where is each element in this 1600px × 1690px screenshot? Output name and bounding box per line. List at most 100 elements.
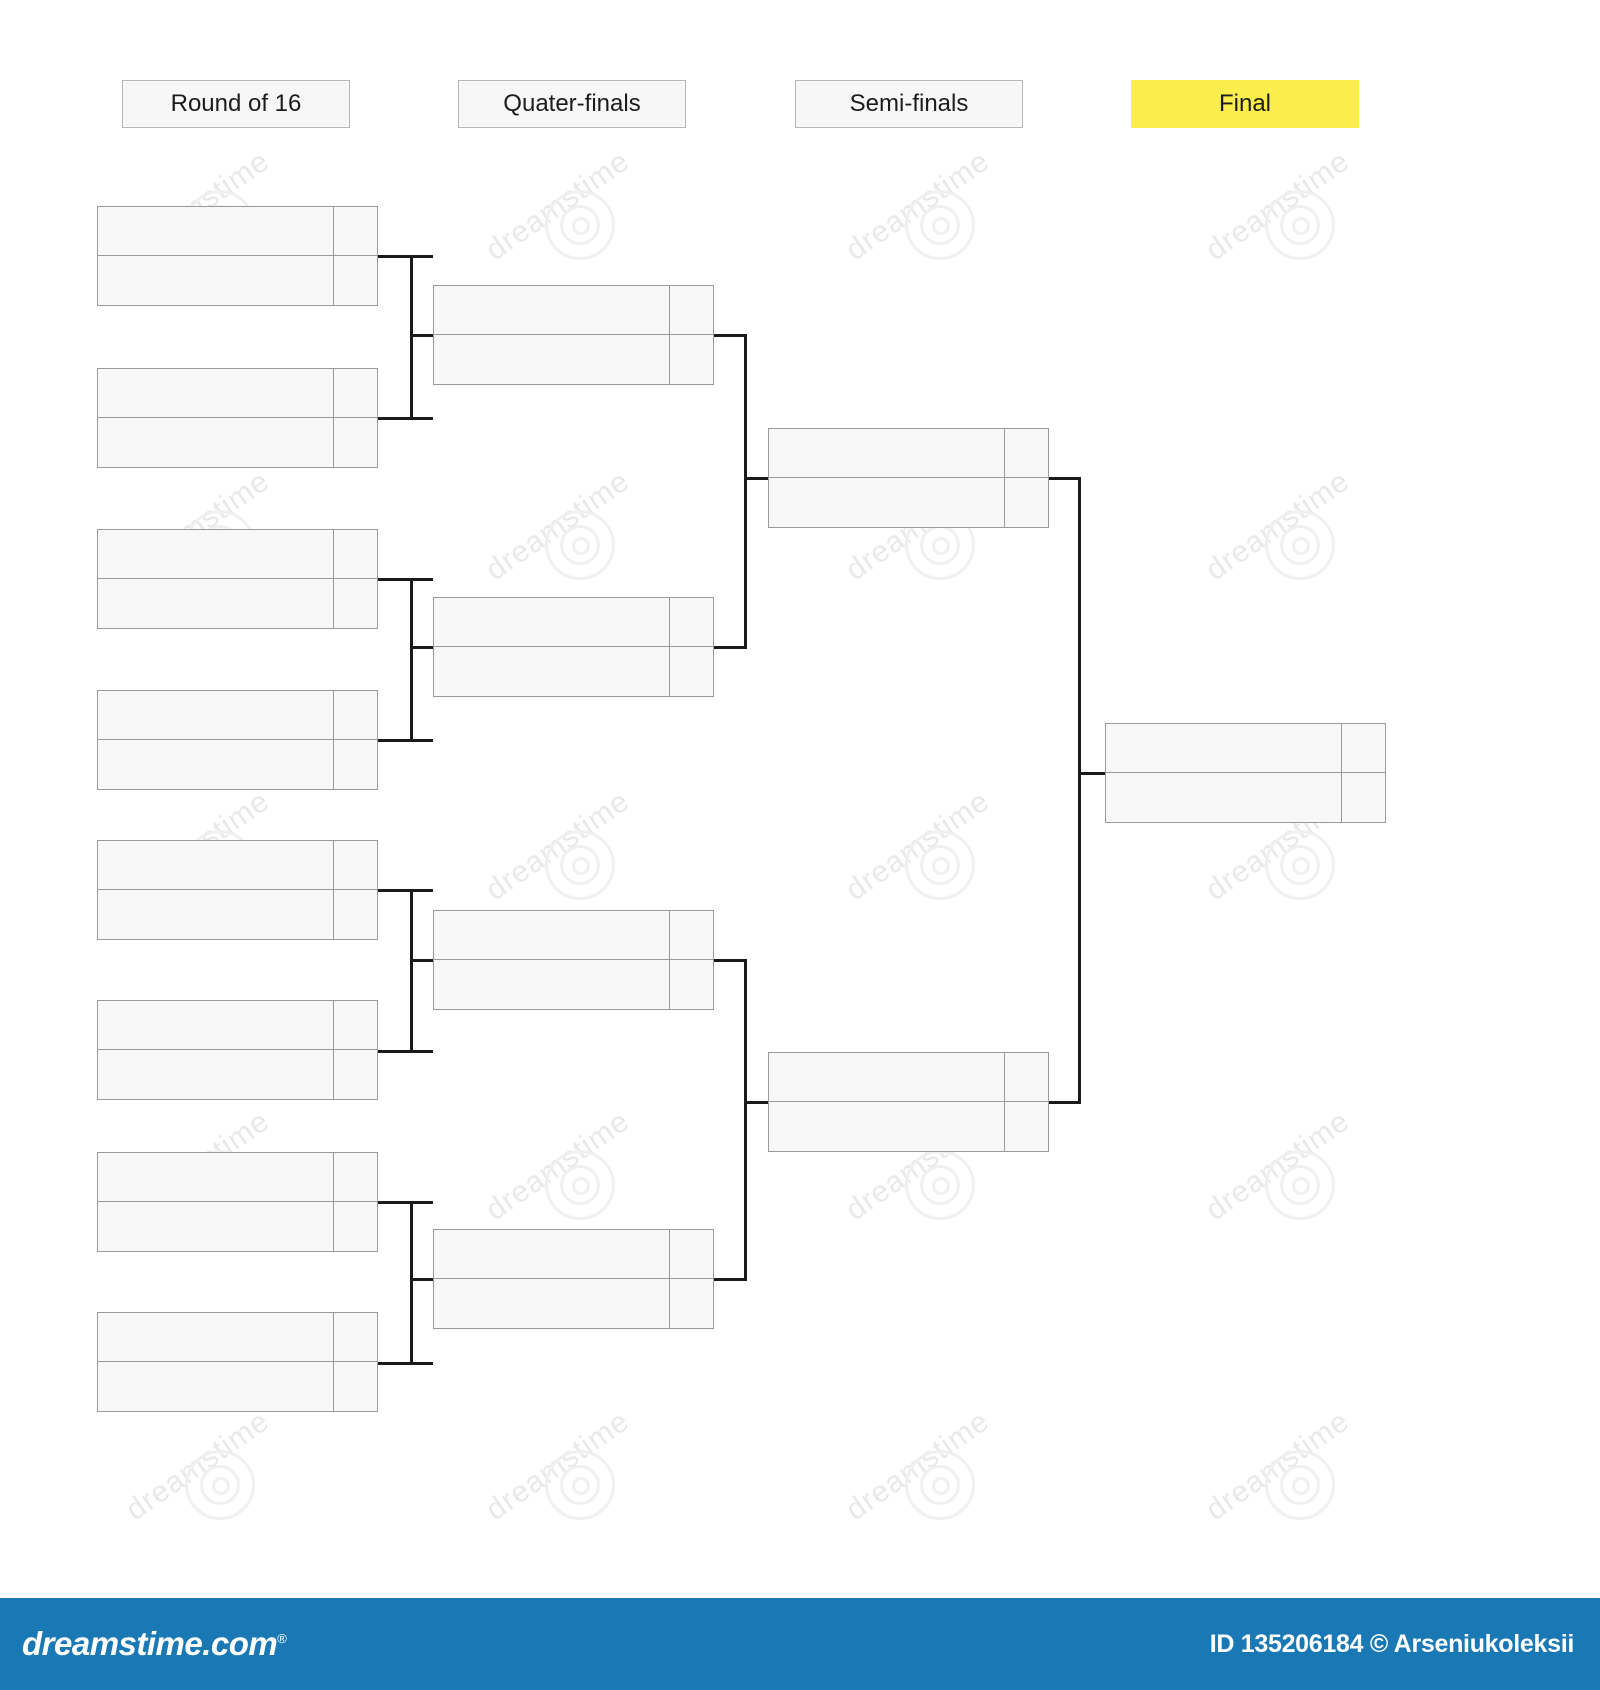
round-header-quater-finals[interactable]: Quater-finals [458, 80, 686, 128]
round-header-semi-finals[interactable]: Semi-finals [795, 80, 1023, 128]
team-score-field[interactable] [1005, 1102, 1048, 1151]
watermark-text: dreamstime [840, 784, 996, 908]
team-name-field[interactable] [98, 579, 334, 628]
team-score-field[interactable] [334, 890, 377, 939]
team-score-field[interactable] [334, 1153, 377, 1201]
match-box[interactable] [97, 690, 378, 790]
dreamstime-logo-text: dreamstime.com [22, 1625, 278, 1662]
match-box[interactable] [433, 910, 714, 1010]
registered-mark-icon: ® [277, 1631, 287, 1646]
team-name-field[interactable] [98, 530, 334, 578]
team-name-field[interactable] [98, 418, 334, 467]
round-header-label: Final [1218, 90, 1272, 117]
team-score-field[interactable] [670, 598, 713, 646]
watermark-text: dreamstime [1200, 1404, 1356, 1528]
team-score-field[interactable] [334, 1362, 377, 1411]
team-name-field[interactable] [98, 1202, 334, 1251]
team-name-field[interactable] [98, 740, 334, 789]
match-box[interactable] [1105, 723, 1386, 823]
team-name-field[interactable] [434, 960, 670, 1009]
team-score-field[interactable] [334, 1313, 377, 1361]
team-name-field[interactable] [434, 335, 670, 384]
match-slot [1106, 724, 1385, 773]
team-name-field[interactable] [98, 1050, 334, 1099]
match-box[interactable] [97, 206, 378, 306]
match-box[interactable] [433, 597, 714, 697]
team-name-field[interactable] [98, 207, 334, 255]
team-score-field[interactable] [334, 530, 377, 578]
team-score-field[interactable] [670, 286, 713, 334]
team-name-field[interactable] [769, 1053, 1005, 1101]
connector-horizontal [378, 1201, 433, 1204]
team-score-field[interactable] [334, 691, 377, 739]
connector-horizontal [378, 1050, 433, 1053]
team-name-field[interactable] [769, 478, 1005, 527]
team-score-field[interactable] [670, 335, 713, 384]
match-slot [98, 207, 377, 256]
team-score-field[interactable] [1005, 1053, 1048, 1101]
match-box[interactable] [768, 428, 1049, 528]
team-name-field[interactable] [769, 429, 1005, 477]
team-name-field[interactable] [98, 841, 334, 889]
team-score-field[interactable] [334, 418, 377, 467]
team-score-field[interactable] [670, 1230, 713, 1278]
connector-vertical [744, 334, 747, 649]
match-slot [98, 1001, 377, 1050]
team-name-field[interactable] [98, 1362, 334, 1411]
team-score-field[interactable] [670, 1279, 713, 1328]
team-score-field[interactable] [334, 256, 377, 305]
match-box[interactable] [433, 1229, 714, 1329]
team-score-field[interactable] [334, 369, 377, 417]
team-name-field[interactable] [98, 1313, 334, 1361]
team-score-field[interactable] [334, 841, 377, 889]
team-name-field[interactable] [434, 911, 670, 959]
team-score-field[interactable] [1342, 773, 1385, 822]
team-name-field[interactable] [434, 1279, 670, 1328]
team-score-field[interactable] [670, 647, 713, 696]
team-score-field[interactable] [334, 579, 377, 628]
match-box[interactable] [433, 285, 714, 385]
team-name-field[interactable] [769, 1102, 1005, 1151]
match-box[interactable] [97, 529, 378, 629]
team-name-field[interactable] [98, 691, 334, 739]
watermark-spiral-icon [905, 1450, 975, 1520]
team-name-field[interactable] [98, 369, 334, 417]
match-slot [98, 579, 377, 628]
watermark-text: dreamstime [120, 1404, 276, 1528]
team-name-field[interactable] [98, 1001, 334, 1049]
team-name-field[interactable] [434, 647, 670, 696]
match-slot [434, 286, 713, 335]
team-score-field[interactable] [334, 1202, 377, 1251]
watermark-spiral-icon [545, 830, 615, 900]
team-name-field[interactable] [434, 598, 670, 646]
team-name-field[interactable] [434, 1230, 670, 1278]
team-name-field[interactable] [1106, 773, 1342, 822]
watermark-text: dreamstime [1200, 464, 1356, 588]
team-score-field[interactable] [1342, 724, 1385, 772]
team-score-field[interactable] [334, 1050, 377, 1099]
watermark-text: dreamstime [480, 1404, 636, 1528]
team-name-field[interactable] [98, 256, 334, 305]
match-box[interactable] [97, 1152, 378, 1252]
team-score-field[interactable] [1005, 429, 1048, 477]
team-score-field[interactable] [670, 911, 713, 959]
team-name-field[interactable] [1106, 724, 1342, 772]
match-box[interactable] [768, 1052, 1049, 1152]
team-score-field[interactable] [334, 740, 377, 789]
team-score-field[interactable] [334, 1001, 377, 1049]
team-name-field[interactable] [98, 890, 334, 939]
watermark-spiral-icon [1265, 830, 1335, 900]
connector-horizontal [744, 477, 770, 480]
team-score-field[interactable] [334, 207, 377, 255]
round-header-round-of-16[interactable]: Round of 16 [122, 80, 350, 128]
match-box[interactable] [97, 368, 378, 468]
match-box[interactable] [97, 840, 378, 940]
match-box[interactable] [97, 1000, 378, 1100]
round-header-final[interactable]: Final [1131, 80, 1359, 128]
team-score-field[interactable] [1005, 478, 1048, 527]
team-name-field[interactable] [434, 286, 670, 334]
team-score-field[interactable] [670, 960, 713, 1009]
watermark-text: dreamstime [840, 1404, 996, 1528]
match-box[interactable] [97, 1312, 378, 1412]
team-name-field[interactable] [98, 1153, 334, 1201]
